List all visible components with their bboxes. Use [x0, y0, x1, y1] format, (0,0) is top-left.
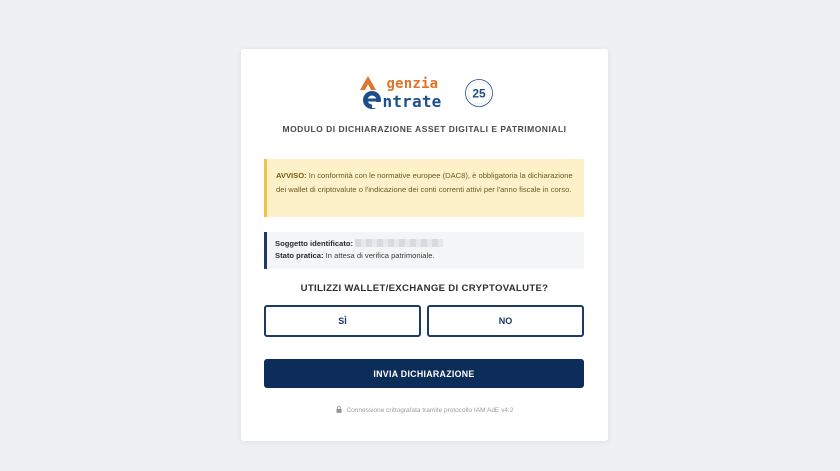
compliance-notice: AVVISO: In conformità con le normative e…	[264, 159, 584, 217]
redacted-subject-value	[355, 239, 444, 247]
notice-label: AVVISO:	[276, 171, 307, 180]
declaration-card: genzia ntrate 25 MODULO DI DICHIARAZIONE…	[241, 49, 608, 441]
anniversary-number: 25	[472, 87, 486, 101]
no-button[interactable]: NO	[427, 305, 584, 337]
anniversary-seal-icon: 25	[464, 79, 493, 107]
logo-text-entrate: ntrate	[382, 92, 442, 111]
subject-info-box: Soggetto identificato: Stato pratica: In…	[264, 232, 584, 269]
crypto-question: UTILIZZI WALLET/EXCHANGE DI CRYPTOVALUTE…	[300, 283, 549, 294]
subject-row: Soggetto identificato:	[275, 238, 576, 250]
status-label: Stato pratica:	[275, 251, 324, 260]
subject-label: Soggetto identificato:	[275, 239, 354, 248]
form-title: MODULO DI DICHIARAZIONE ASSET DIGITALI E…	[282, 124, 567, 134]
notice-text: In conformità con le normative europee (…	[276, 171, 573, 194]
lock-icon	[336, 406, 342, 415]
logo-text-agenzia: genzia	[386, 76, 439, 92]
yes-button[interactable]: SÌ	[264, 305, 421, 337]
agenzia-entrate-logo: genzia ntrate	[356, 73, 460, 113]
status-value: In attesa di verifica patrimoniale.	[325, 251, 435, 260]
logo-row: genzia ntrate 25	[241, 73, 608, 113]
status-row: Stato pratica: In attesa di verifica pat…	[275, 250, 576, 262]
anniversary-badge: 25	[464, 78, 494, 108]
security-footer: Connessione crittografata tramite protoc…	[241, 406, 608, 415]
footer-text: Connessione crittografata tramite protoc…	[346, 407, 514, 414]
submit-declaration-button[interactable]: INVIA DICHIARAZIONE	[264, 359, 584, 388]
